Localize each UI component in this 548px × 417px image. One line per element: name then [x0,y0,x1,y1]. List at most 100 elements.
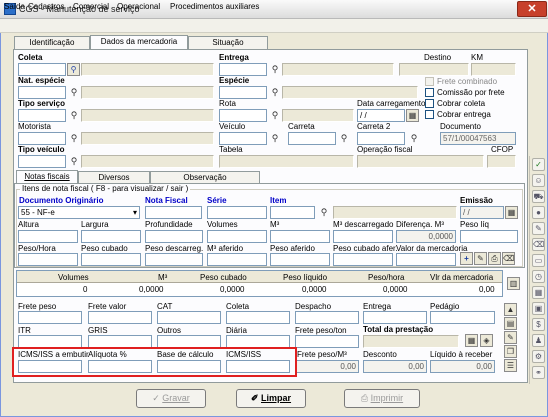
pedagio-input[interactable] [430,311,495,324]
clock-icon[interactable]: ◷ [532,270,545,283]
coleta-input[interactable] [18,63,66,76]
binoculars-icon[interactable]: ⚲ [68,110,80,121]
peso-descarreg-input[interactable] [145,253,203,266]
frete-peso-input[interactable] [18,311,82,324]
nat-especie-input[interactable] [18,86,66,99]
profundidade-input[interactable] [145,230,203,243]
close-icon[interactable]: ✕ [517,1,547,17]
peso-cubado-input[interactable] [81,253,141,266]
rota-input[interactable] [219,109,267,122]
menu-saida[interactable]: Saída [4,2,25,11]
m3-descarregado-input[interactable] [333,230,393,243]
peso-liq-input[interactable] [460,230,518,243]
cobrar-entrega-checkbox[interactable] [425,110,434,119]
add-item-button[interactable]: + [460,252,473,265]
carreta-input[interactable] [288,132,336,145]
chart-icon[interactable]: ▦ [532,286,545,299]
limpar-button[interactable]: ✐ Limpar [236,389,306,408]
side-up-icon[interactable]: ▲ [504,303,517,316]
calendar-icon[interactable]: ▦ [505,206,518,219]
totals-val-peso-liquido: 0,0000 [302,285,327,294]
peso-cubado-afer-input[interactable] [333,253,393,266]
menu-procedimentos[interactable]: Procedimentos auxiliares [170,2,259,11]
frete-peso-ton-input[interactable] [295,335,359,348]
volumes-input[interactable] [207,230,267,243]
binoculars-icon[interactable]: ⚲ [67,63,80,76]
menu-comercial[interactable]: Comercial [73,2,109,11]
grid-icon[interactable]: ▥ [507,277,520,290]
motorista-input[interactable] [18,132,66,145]
item-input[interactable] [270,206,315,219]
tab-notas-fiscais[interactable]: Notas fiscais [16,170,78,184]
binoculars-icon[interactable]: ⚲ [318,207,330,218]
edit-item-icon[interactable]: ✎ [474,252,487,265]
menu-operacional[interactable]: Operacional [117,2,160,11]
binoculars-icon[interactable]: ⚲ [269,133,281,144]
nota-fiscal-input[interactable] [145,206,202,219]
peso-aferido-input[interactable] [270,253,330,266]
calendar-icon[interactable]: ▦ [406,109,419,122]
entrega-input[interactable] [219,63,267,76]
money-icon[interactable]: $ [532,318,545,331]
entrega-value-input[interactable] [363,311,427,324]
binoculars-icon[interactable]: ⚲ [68,156,80,167]
doc-originario-select[interactable]: 55 - NF-e ▾ [18,206,140,219]
tipo-servico-input[interactable] [18,109,66,122]
folder-icon[interactable]: ▭ [532,254,545,267]
carreta2-input[interactable] [357,132,405,145]
side-edit-icon[interactable]: ✎ [504,331,517,344]
binoculars-icon[interactable]: ⚲ [269,87,281,98]
tag-icon[interactable]: ◈ [480,334,493,347]
comissao-frete-checkbox[interactable] [425,88,434,97]
m3-aferido-input[interactable] [207,253,267,266]
cobrar-coleta-checkbox[interactable] [425,99,434,108]
largura-input[interactable] [81,230,141,243]
altura-input[interactable] [18,230,78,243]
gravar-button[interactable]: ✓ Gravar [136,389,206,408]
data-carregamento-input[interactable]: / / [357,109,405,122]
binoculars-icon[interactable]: ⚲ [269,110,281,121]
tab-dados-mercadoria[interactable]: Dados da mercadoria [90,35,188,49]
truck-icon[interactable]: ⛟ [532,190,545,203]
coleta-value-input[interactable] [226,311,290,324]
tipo-veiculo-input[interactable] [18,155,66,168]
emissao-input[interactable]: / / [460,206,504,219]
binoculars-icon[interactable]: ⚲ [68,87,80,98]
frete-combinado-checkbox[interactable] [425,77,434,86]
side-list-icon[interactable]: ☰ [504,359,517,372]
calculator-icon[interactable]: ▦ [465,334,478,347]
side-copy-icon[interactable]: ❐ [504,345,517,358]
serie-input[interactable] [207,206,267,219]
peso-hora-input[interactable] [18,253,78,266]
menu-cadastros[interactable]: Cadastros [28,2,64,11]
valor-mercadoria-input[interactable] [396,253,456,266]
imprimir-button[interactable]: ⎙ Imprimir [344,389,420,408]
operacao-fiscal-label: Operação fiscal [357,145,413,154]
print-item-icon[interactable]: ⎙ [488,252,501,265]
tab-identificacao[interactable]: Identificação [14,36,90,49]
confirm-icon[interactable]: ✓ [532,158,545,171]
box-icon[interactable]: ▣ [532,302,545,315]
cat-input[interactable] [157,311,221,324]
gear-icon[interactable]: ⚙ [532,350,545,363]
people-icon[interactable]: ☺ [532,174,545,187]
side-doc-icon[interactable]: ▤ [504,317,517,330]
person-icon[interactable]: ♟ [532,334,545,347]
binoculars-icon[interactable]: ⚲ [408,133,420,144]
link-icon[interactable]: ⚭ [532,366,545,379]
binoculars-icon[interactable]: ⚲ [269,64,281,75]
tabela-label: Tabela [219,145,243,154]
delete-item-icon[interactable]: ⌫ [502,252,515,265]
tab-situacao[interactable]: Situação [188,36,268,49]
circle-icon[interactable]: ● [532,206,545,219]
despacho-input[interactable] [295,311,359,324]
m3-input[interactable] [270,230,330,243]
especie-input[interactable] [219,86,267,99]
binoculars-icon[interactable]: ⚲ [68,133,80,144]
binoculars-icon[interactable]: ⚲ [338,133,350,144]
veiculo-input[interactable] [219,132,267,145]
peso-cubado-afer-label: Peso cubado afer. [333,244,398,253]
frete-valor-input[interactable] [88,311,152,324]
eraser-icon[interactable]: ⌫ [532,238,545,251]
pencil-icon[interactable]: ✎ [532,222,545,235]
